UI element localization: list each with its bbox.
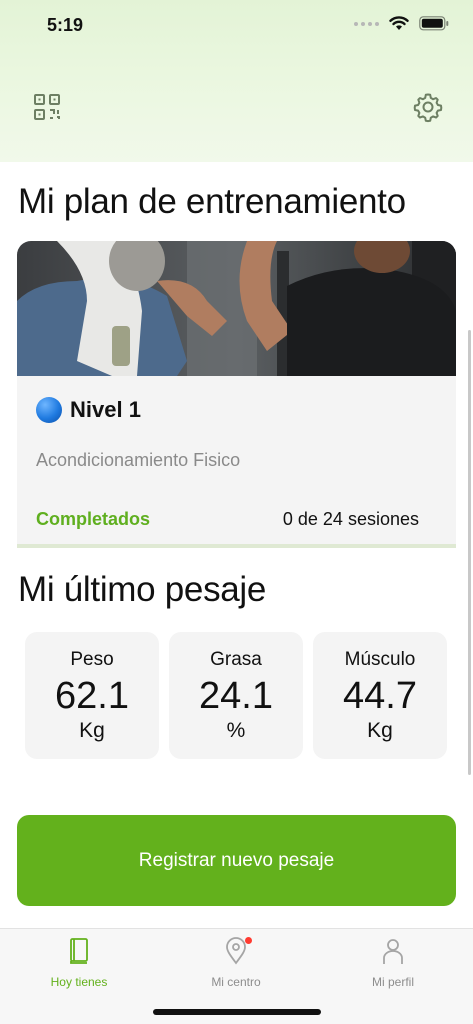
metric-unit: % bbox=[226, 719, 246, 742]
cellular-signal-icon bbox=[354, 21, 379, 26]
qr-code-button[interactable] bbox=[32, 92, 62, 122]
tab-label: Mi perfil bbox=[371, 975, 414, 989]
level-row: Nivel 1 bbox=[36, 397, 141, 423]
weigh-in-section-title: Mi último pesaje bbox=[18, 570, 267, 609]
notification-dot bbox=[245, 937, 252, 944]
metric-unit: Kg bbox=[79, 719, 105, 742]
tab-mi-centro[interactable]: Mi centro bbox=[166, 937, 306, 997]
scrollbar[interactable] bbox=[468, 330, 471, 775]
wifi-icon bbox=[389, 16, 409, 30]
metric-unit: Kg bbox=[367, 719, 393, 742]
metric-value: 62.1 bbox=[55, 675, 129, 717]
level-circle-icon bbox=[36, 397, 62, 423]
register-weigh-in-button[interactable]: Registrar nuevo pesaje bbox=[17, 815, 456, 906]
status-bar: 5:19 bbox=[0, 0, 473, 52]
metric-card-weight: Peso 62.1 Kg bbox=[25, 632, 159, 759]
metric-card-fat: Grasa 24.1 % bbox=[169, 632, 303, 759]
tab-label: Hoy tienes bbox=[50, 975, 108, 989]
tab-hoy-tienes[interactable]: Hoy tienes bbox=[9, 937, 149, 997]
status-icons bbox=[354, 16, 449, 31]
qr-code-icon bbox=[34, 94, 60, 120]
plan-subtitle: Acondicionamiento Fisico bbox=[36, 450, 241, 470]
home-indicator[interactable] bbox=[153, 1009, 321, 1015]
metric-label: Peso bbox=[70, 649, 114, 670]
training-plan-card[interactable]: Nivel 1 Acondicionamiento Fisico Complet… bbox=[17, 241, 456, 548]
completed-label: Completados bbox=[36, 509, 151, 529]
metric-value: 44.7 bbox=[343, 675, 417, 717]
plan-section-title: Mi plan de entrenamiento bbox=[18, 182, 406, 221]
metric-label: Músculo bbox=[344, 649, 416, 670]
status-time: 5:19 bbox=[47, 15, 84, 35]
plan-photo bbox=[17, 241, 456, 376]
level-label: Nivel 1 bbox=[70, 397, 141, 422]
metric-card-muscle: Músculo 44.7 Kg bbox=[313, 632, 447, 759]
metric-label: Grasa bbox=[210, 649, 262, 670]
tab-mi-perfil[interactable]: Mi perfil bbox=[323, 937, 463, 997]
gear-icon bbox=[413, 93, 443, 123]
tab-label: Mi centro bbox=[211, 975, 261, 989]
book-icon bbox=[70, 938, 88, 964]
settings-button[interactable] bbox=[412, 91, 444, 123]
battery-icon bbox=[419, 16, 449, 31]
sessions-count: 0 de 24 sesiones bbox=[282, 509, 419, 529]
person-icon bbox=[383, 939, 403, 964]
metric-value: 24.1 bbox=[199, 675, 273, 717]
location-pin-icon-wrapper bbox=[223, 937, 252, 965]
